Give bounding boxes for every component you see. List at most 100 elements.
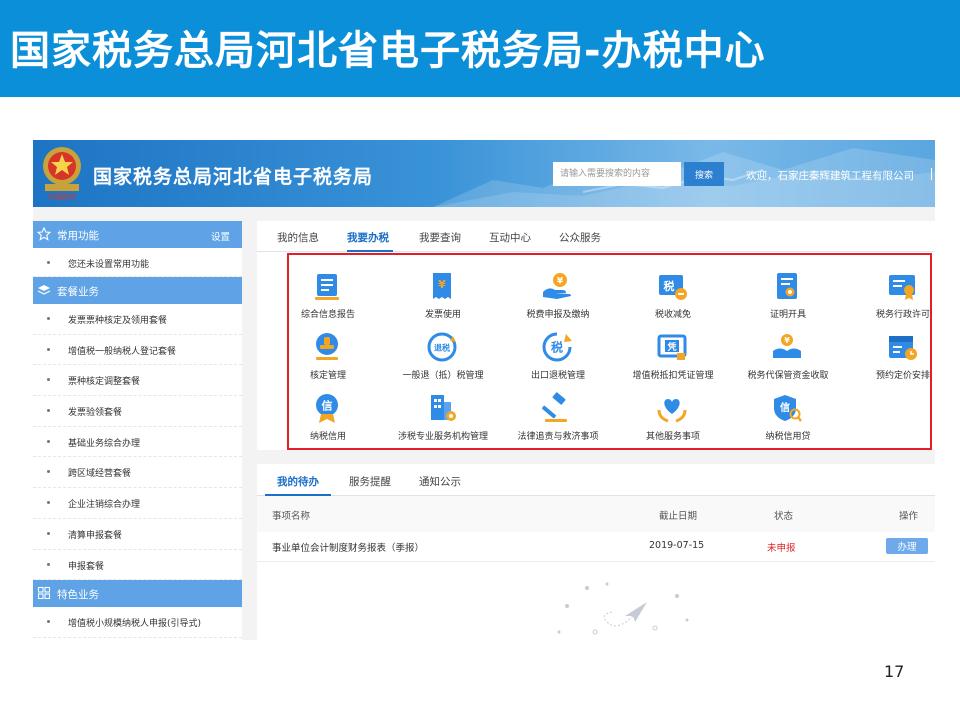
sidebar-item[interactable]: 申报套餐 [33, 550, 242, 581]
schedule-icon [889, 336, 917, 360]
slide: 国家税务总局河北省电子税务局-办税中心 中国税务 国家税务总局河北省电子税务局 … [0, 0, 960, 720]
credit-loan-icon: 信 [774, 395, 802, 422]
search-input[interactable] [553, 162, 681, 186]
service-label: 法律追责与救济事项 [517, 432, 599, 442]
todo-item-deadline: 2019-07-15 [649, 540, 705, 551]
todo-item-name: 事业单位会计制度财务报表（季报） [272, 543, 425, 554]
service-tile[interactable]: 涉税专业服务机构管理 [388, 392, 498, 448]
service-tile[interactable]: ¥ 发票使用 [388, 270, 498, 326]
star-icon [37, 227, 51, 241]
service-label: 增值税抵扣凭证管理 [632, 371, 714, 381]
svg-text:信: 信 [780, 401, 790, 414]
sidebar-item-label: 增值税一般纳税人登记套餐 [68, 346, 177, 357]
service-tile[interactable]: 信 纳税信用贷 [733, 392, 843, 448]
sidebar-item-label: 增值税小规模纳税人申报(引导式) [68, 619, 202, 630]
sidebar-item-label: 票种核定调整套餐 [68, 377, 141, 388]
sidebar-category-special[interactable]: 特色业务 [33, 580, 242, 608]
sidebar-item[interactable]: 基础业务综合办理 [33, 427, 242, 458]
sidebar-category-package[interactable]: 套餐业务 [33, 277, 242, 304]
layers-icon [37, 285, 51, 295]
sidebar-item[interactable]: 清算申报套餐 [33, 519, 242, 550]
svg-text:¥: ¥ [784, 336, 790, 345]
active-tab-indicator [347, 250, 393, 252]
sidebar-item-label: 申报套餐 [68, 561, 105, 572]
service-tile[interactable]: 预约定价安排 [848, 331, 935, 387]
service-tile[interactable]: 证明开具 [733, 270, 843, 326]
tab-public-service[interactable]: 公众服务 [559, 230, 601, 245]
column-header-name: 事项名称 [272, 511, 311, 522]
service-tile[interactable]: 退税 一般退（抵）税管理 [388, 331, 498, 387]
invoice-icon: ¥ [433, 273, 451, 299]
heart-hands-icon [657, 399, 687, 423]
screenshot-frame: 中国税务 国家税务总局河北省电子税务局 搜索 欢迎，石家庄秦辉建筑工程有限公司 … [33, 140, 935, 640]
service-label: 其他服务事项 [645, 432, 700, 442]
bullet-dot [47, 409, 50, 413]
bullet-dot [47, 470, 50, 474]
sidebar-item[interactable]: 跨区域经营套餐 [33, 457, 242, 489]
bullet-dot [47, 501, 50, 505]
sidebar-item[interactable]: 增值税小规模纳税人申报(引导式) [33, 607, 242, 638]
svg-text:税: 税 [664, 279, 675, 293]
service-label: 税务代保管资金收取 [747, 371, 829, 381]
tab-query[interactable]: 我要查询 [419, 230, 461, 245]
column-header-action: 操作 [899, 511, 919, 522]
sidebar-settings-link[interactable]: 设置 [211, 229, 230, 243]
sidebar-category-label: 套餐业务 [57, 286, 99, 298]
status-badge: 未申报 [767, 543, 796, 554]
tab-interaction[interactable]: 互动中心 [489, 230, 531, 245]
gavel-icon [541, 392, 567, 422]
agency-building-icon [431, 395, 456, 421]
sidebar-item-label: 您还未设置常用功能 [68, 260, 150, 270]
todo-tab-bar: 我的待办 服务提醒 通知公示 [257, 464, 935, 496]
credit-medal-icon: 信 [316, 394, 338, 423]
sidebar-item[interactable]: 企业注销综合办理 [33, 488, 242, 519]
title-banner: 国家税务总局河北省电子税务局-办税中心 [0, 0, 960, 97]
service-tile[interactable]: 其他服务事项 [618, 392, 728, 448]
service-tile[interactable]: 税 出口退税管理 [503, 331, 613, 387]
voucher-icon: 凭 [657, 334, 687, 360]
refund-icon: 退税 [427, 332, 457, 362]
service-label: 出口退税管理 [530, 371, 585, 381]
tab-my-info[interactable]: 我的信息 [277, 230, 319, 245]
sidebar-item[interactable]: 发票验领套餐 [33, 396, 242, 427]
service-tile[interactable]: 法律追责与救济事项 [503, 392, 613, 448]
stamp-icon [316, 333, 338, 360]
sidebar-category-common[interactable]: 常用功能 设置 [33, 221, 242, 248]
service-tile[interactable]: 综合信息报告 [273, 270, 383, 326]
payment-hand-icon: ¥ [543, 273, 571, 299]
service-tile[interactable]: 核定管理 [273, 331, 383, 387]
sidebar-item[interactable]: 发票票种核定及领用套餐 [33, 304, 242, 335]
service-tile[interactable]: 信 纳税信用 [273, 392, 383, 448]
service-tile[interactable]: 税务行政许可 [848, 270, 935, 326]
service-tile[interactable]: ¥ 税费申报及缴纳 [503, 270, 613, 326]
column-header-deadline: 截止日期 [659, 511, 698, 522]
bullet-dot [47, 531, 50, 535]
table-row: 事业单位会计制度财务报表（季报） 2019-07-15 未申报 办理 [257, 532, 935, 562]
service-label: 纳税信用 [309, 432, 346, 442]
site-header: 中国税务 国家税务总局河北省电子税务局 搜索 欢迎，石家庄秦辉建筑工程有限公司 [33, 140, 935, 207]
service-tile[interactable]: ¥ 税务代保管资金收取 [733, 331, 843, 387]
sidebar-item-label: 清算申报套餐 [68, 530, 123, 541]
svg-text:税: 税 [551, 340, 563, 355]
search-button[interactable]: 搜索 [684, 162, 724, 186]
export-refund-icon: 税 [542, 332, 572, 362]
service-tile[interactable]: 凭 增值税抵扣凭证管理 [618, 331, 728, 387]
bullet-dot [47, 378, 50, 382]
tax-reduction-icon: 税 [659, 275, 687, 300]
sidebar-item-label: 跨区域经营套餐 [68, 469, 132, 480]
certificate-icon [777, 273, 797, 299]
service-label: 税收减免 [654, 310, 691, 320]
bullet-dot [47, 620, 50, 624]
tab-notices[interactable]: 通知公示 [419, 474, 461, 489]
tab-file-tax[interactable]: 我要办税 [347, 230, 389, 245]
svg-text:信: 信 [322, 399, 333, 413]
handle-button[interactable]: 办理 [886, 538, 928, 554]
service-label: 综合信息报告 [300, 310, 355, 320]
svg-text:退税: 退税 [434, 343, 450, 353]
bullet-dot [47, 261, 50, 264]
service-tile[interactable]: 税 税收减免 [618, 270, 728, 326]
tab-my-todo[interactable]: 我的待办 [277, 474, 319, 489]
tab-service-reminders[interactable]: 服务提醒 [349, 474, 391, 489]
sidebar-item[interactable]: 增值税一般纳税人登记套餐 [33, 335, 242, 366]
sidebar-item[interactable]: 票种核定调整套餐 [33, 365, 242, 397]
